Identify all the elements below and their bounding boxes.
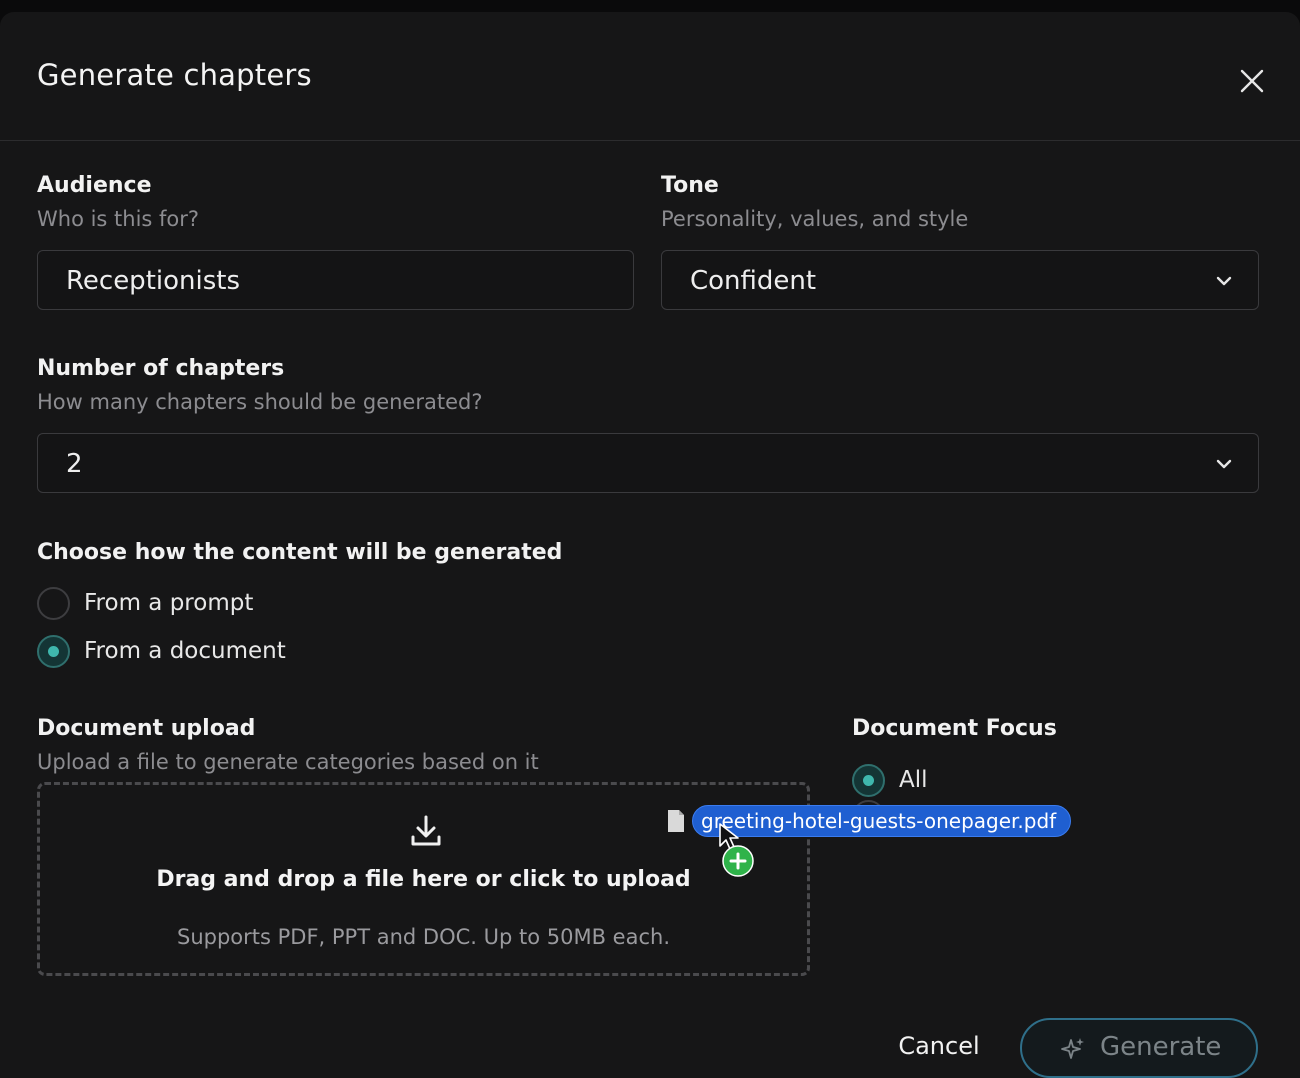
radio-from-prompt[interactable]: From a prompt (37, 586, 253, 620)
tone-sublabel: Personality, values, and style (661, 207, 969, 231)
upload-label: Document upload (37, 716, 256, 741)
dragged-file-name: greeting-hotel-guests-onepager.pdf (692, 805, 1072, 837)
radio-label: From a prompt (84, 590, 254, 616)
radio-button[interactable] (37, 586, 70, 620)
chevron-down-icon (1216, 459, 1232, 469)
close-icon[interactable] (1236, 65, 1268, 97)
chapters-select[interactable]: 2 (37, 433, 1259, 493)
chapters-value: 2 (66, 449, 83, 479)
focus-label: Document Focus (852, 716, 1057, 741)
chapters-label: Number of chapters (37, 356, 285, 381)
radio-focus-all[interactable]: All (852, 763, 928, 797)
radio-button-checked[interactable] (37, 634, 70, 668)
audience-sublabel: Who is this for? (37, 207, 200, 231)
content-mode-label: Choose how the content will be generated (37, 540, 563, 565)
radio-label: From a document (84, 638, 286, 664)
radio-from-document[interactable]: From a document (37, 634, 286, 668)
generate-label: Generate (1100, 1032, 1222, 1062)
tone-select[interactable]: Confident (661, 250, 1259, 310)
chapters-sublabel: How many chapters should be generated? (37, 390, 483, 414)
plus-badge-icon (722, 845, 754, 877)
dropzone-support-text: Supports PDF, PPT and DOC. Up to 50MB ea… (177, 925, 670, 949)
sparkle-icon (1061, 1038, 1084, 1059)
cancel-button[interactable]: Cancel (890, 1026, 988, 1066)
download-icon (411, 815, 441, 846)
dialog-title: Generate chapters (37, 58, 312, 92)
generate-button[interactable]: Generate (1020, 1018, 1258, 1078)
chevron-down-icon (1216, 276, 1232, 286)
file-icon (668, 810, 684, 832)
radio-button-checked[interactable] (852, 763, 885, 797)
audience-value: Receptionists (66, 266, 241, 296)
dialog-header: Generate chapters (0, 12, 1300, 141)
audience-input[interactable]: Receptionists (37, 250, 634, 310)
audience-label: Audience (37, 173, 152, 198)
tone-value: Confident (690, 266, 817, 296)
tone-label: Tone (661, 173, 719, 198)
upload-sublabel: Upload a file to generate categories bas… (37, 750, 539, 774)
radio-label: All (899, 767, 928, 793)
dropzone-instruction: Drag and drop a file here or click to up… (156, 867, 691, 892)
